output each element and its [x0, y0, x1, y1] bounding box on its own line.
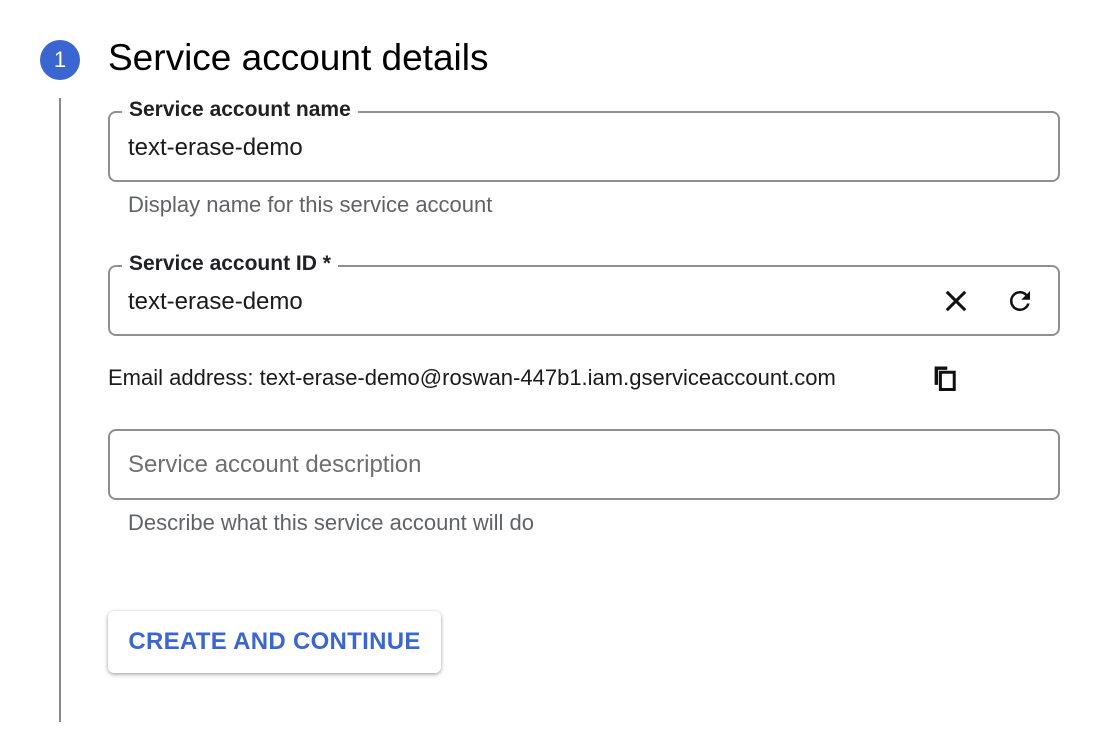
- copy-icon[interactable]: [928, 360, 962, 396]
- step-number-badge: 1: [40, 40, 80, 80]
- service-account-name-field[interactable]: Service account name text-erase-demo: [108, 97, 1060, 182]
- create-and-continue-button[interactable]: CREATE AND CONTINUE: [108, 611, 441, 673]
- service-account-id-field[interactable]: Service account ID * text-erase-demo: [108, 251, 1060, 336]
- email-address-text: Email address: text-erase-demo@roswan-44…: [108, 365, 836, 390]
- service-account-description-helper: Describe what this service account will …: [128, 510, 534, 535]
- service-account-id-label: Service account ID *: [122, 251, 338, 277]
- service-account-name-input[interactable]: text-erase-demo: [128, 133, 303, 163]
- service-account-description-field[interactable]: Service account description: [108, 429, 1060, 500]
- step-connector-line: [59, 98, 61, 722]
- service-account-description-input[interactable]: Service account description: [128, 450, 421, 480]
- service-account-name-label: Service account name: [122, 97, 358, 123]
- service-account-id-input[interactable]: text-erase-demo: [128, 287, 303, 317]
- step-title: Service account details: [108, 37, 489, 78]
- service-account-name-helper: Display name for this service account: [128, 192, 493, 217]
- close-icon[interactable]: [938, 283, 974, 319]
- refresh-icon[interactable]: [1002, 283, 1038, 319]
